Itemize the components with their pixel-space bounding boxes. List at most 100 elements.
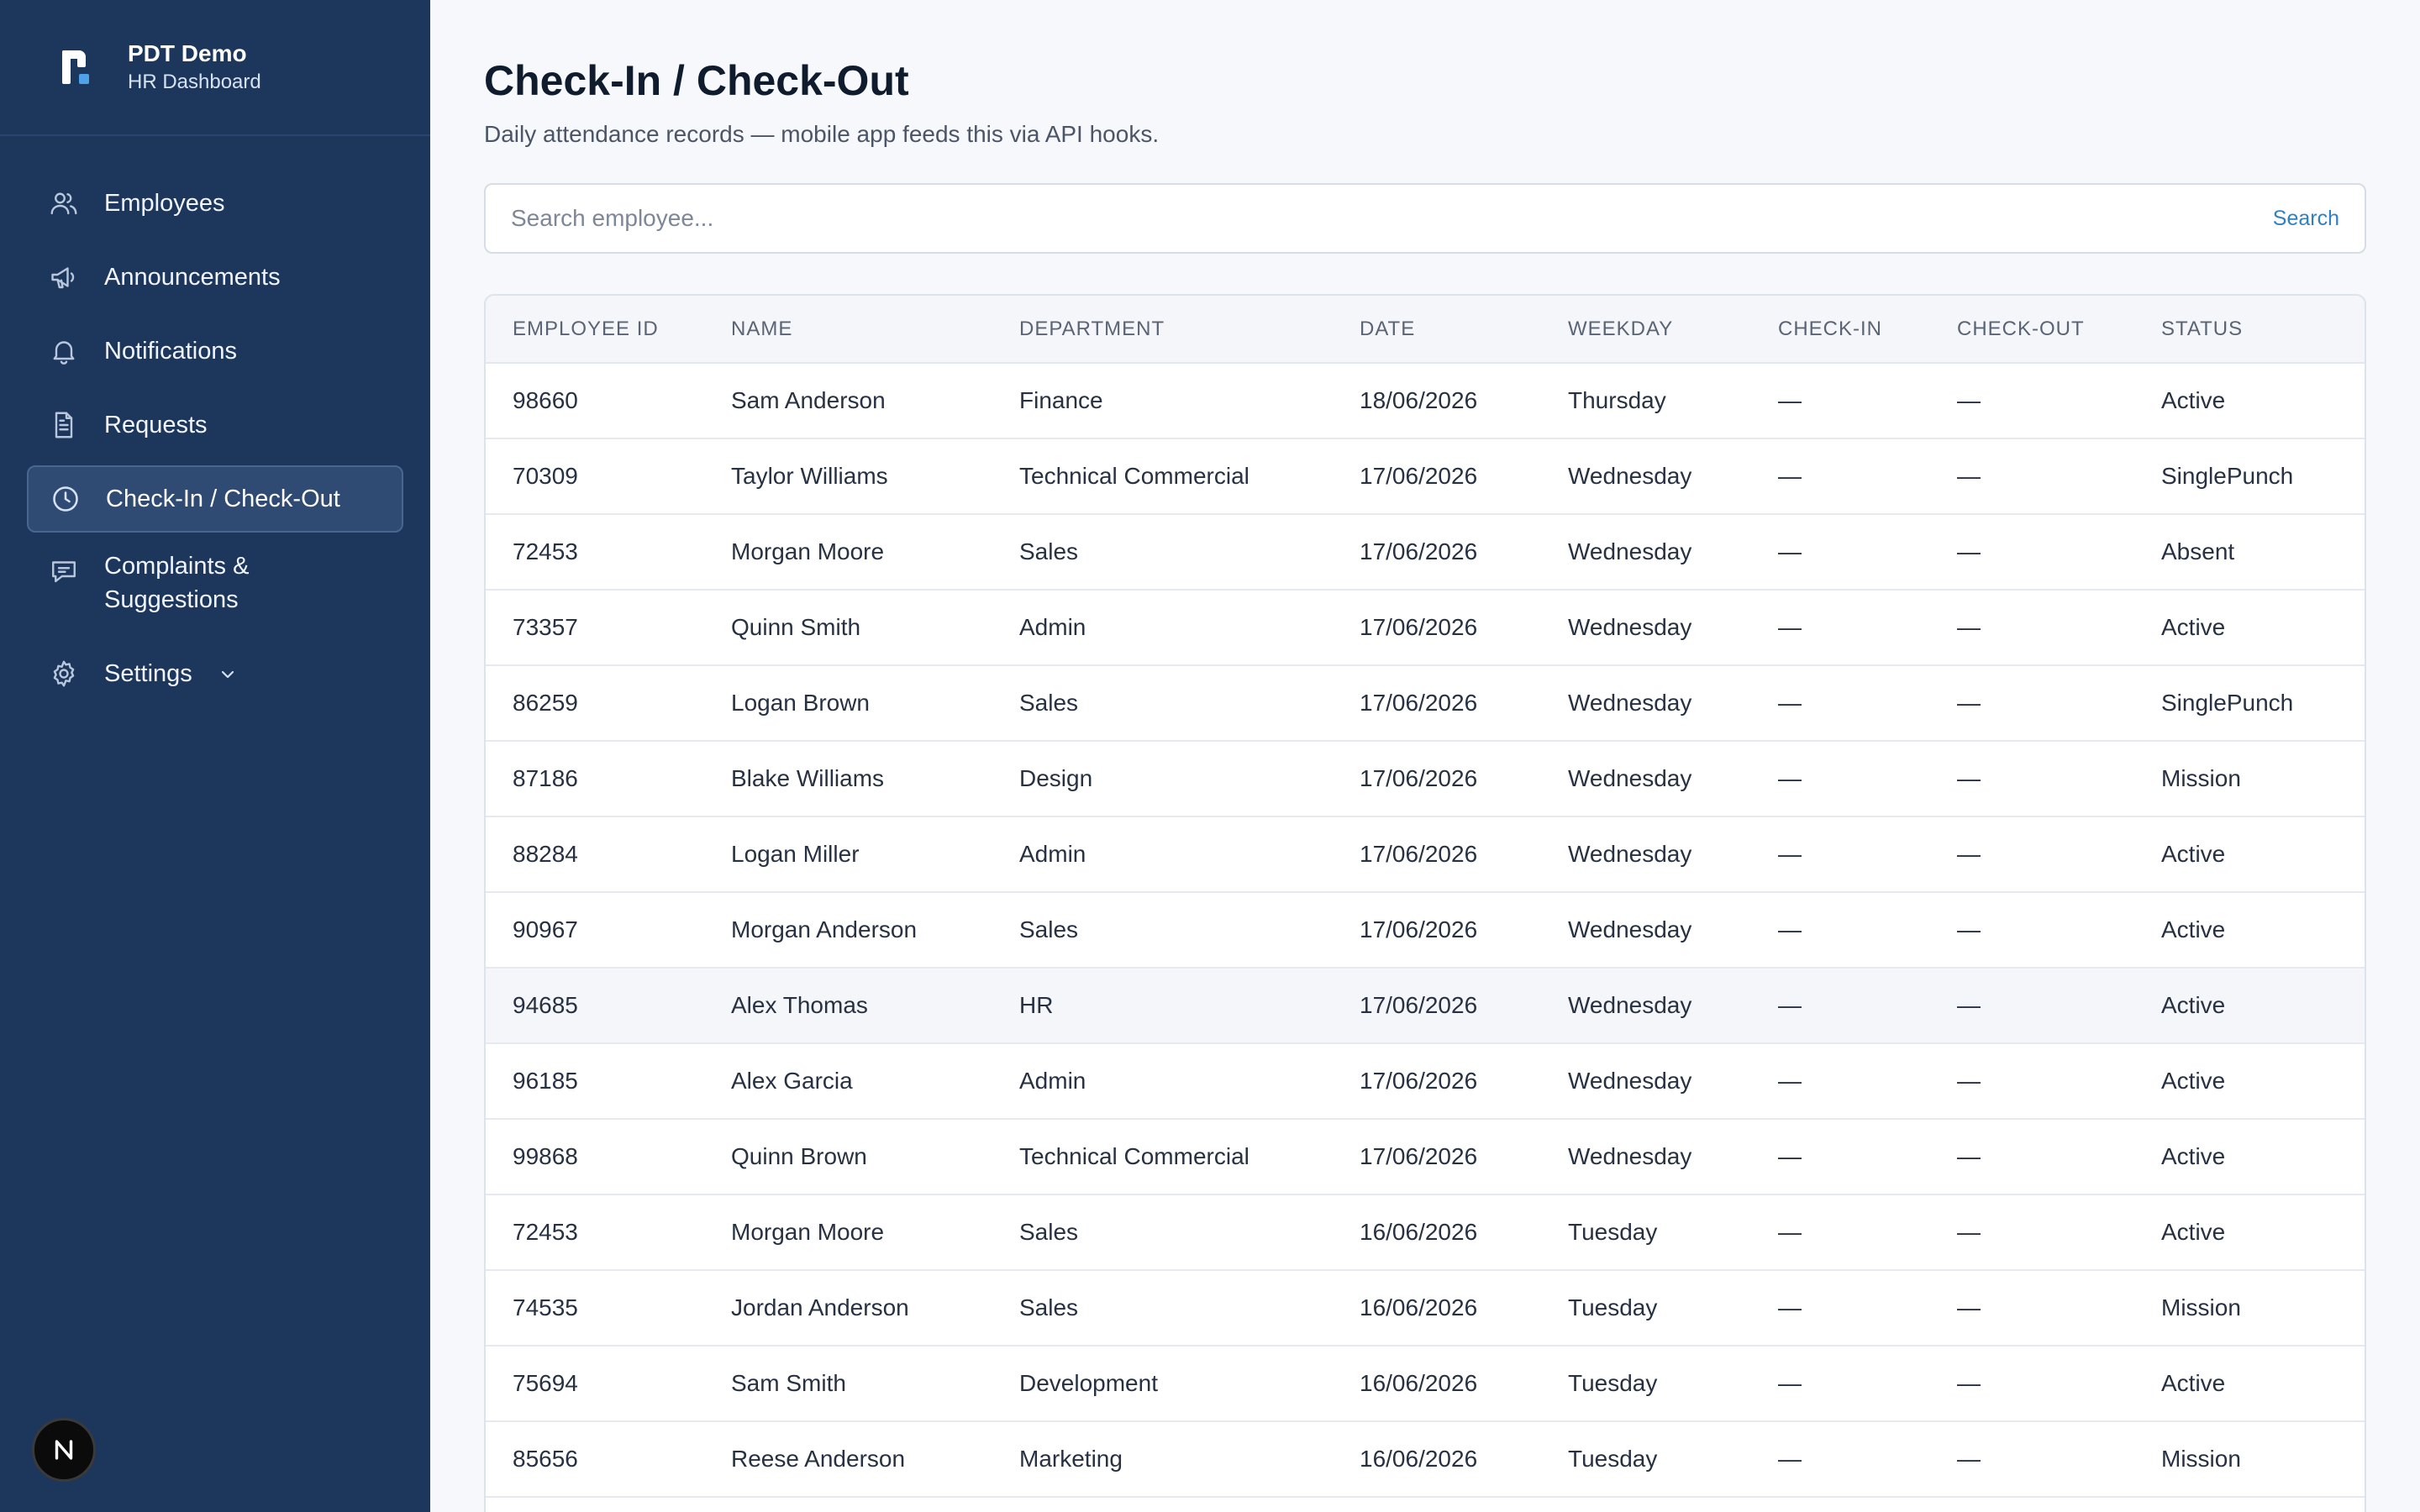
employee-id-cell: 94685 [486,968,704,1044]
table-row[interactable]: 87186 Blake Williams Design 17/06/2026 Wedne… [486,741,2365,817]
table-row[interactable]: 99868 Quinn Brown Technical Commercial 17/0… [486,1119,2365,1195]
column-header-department[interactable]: DEPARTMENT [992,296,1333,364]
check-in-cell: — [1751,892,1930,969]
table-row[interactable]: 98660 Sam Anderson Finance 18/06/2026 Thursd… [486,363,2365,439]
name-cell: Morgan Moore [704,1194,992,1271]
department-cell: Sales [992,1270,1333,1347]
status-cell: Mission [2134,1270,2365,1347]
sidebar-item-announcements[interactable]: Announcements [27,244,403,311]
table-row[interactable]: 96185 Alex Garcia Admin 17/06/2026 Wednesday… [486,1043,2365,1120]
sidebar-item-label: Settings [104,660,192,687]
table-row[interactable]: 75694 Sam Smith Development 16/06/2026 Tuesd… [486,1346,2365,1422]
date-cell: 17/06/2026 [1333,892,1541,969]
weekday-cell: Tuesday [1541,1346,1751,1422]
page-subtitle: Daily attendance records — mobile app fe… [484,121,1160,147]
sidebar-nav: Employees Announcements Notifications Re… [0,136,430,707]
check-in-cell: — [1751,968,1930,1044]
employee-id-cell: 87186 [486,741,704,817]
date-cell: 17/06/2026 [1333,741,1541,817]
page-title: Check-In / Check-Out [484,57,909,104]
clock-icon [49,482,82,516]
department-cell: Development [992,1346,1333,1422]
table-row[interactable]: 85656 Reese Anderson Marketing 16/06/2026 Tu… [486,1421,2365,1498]
check-in-cell [1751,1497,1930,1512]
department-cell: Sales [992,514,1333,591]
table-row[interactable] [486,1497,2365,1512]
table-header: EMPLOYEE ID NAME DEPARTMENT DATE WEEKDAY… [486,296,2365,364]
employee-id-cell: 99868 [486,1119,704,1195]
search-button[interactable]: Search [2273,207,2339,231]
name-cell [704,1497,992,1512]
sidebar-item-notifications[interactable]: Notifications [27,318,403,385]
status-cell: Active [2134,363,2365,439]
check-out-cell: — [1930,1043,2134,1120]
table-row[interactable]: 70309 Taylor Williams Technical Commercial… [486,438,2365,515]
check-in-cell: — [1751,816,1930,893]
check-in-cell: — [1751,363,1930,439]
date-cell: 17/06/2026 [1333,968,1541,1044]
department-cell: Sales [992,665,1333,742]
date-cell: 17/06/2026 [1333,438,1541,515]
check-out-cell: — [1930,741,2134,817]
column-header-employee-id[interactable]: EMPLOYEE ID [486,296,704,364]
check-out-cell: — [1930,968,2134,1044]
status-cell: Active [2134,968,2365,1044]
name-cell: Quinn Brown [704,1119,992,1195]
weekday-cell: Wednesday [1541,1119,1751,1195]
table-row[interactable]: 90967 Morgan Anderson Sales 17/06/2026 Wedne… [486,892,2365,969]
sidebar-item-employees[interactable]: Employees [27,170,403,237]
column-header-status[interactable]: STATUS [2134,296,2365,364]
table-row[interactable]: 73357 Quinn Smith Admin 17/06/2026 Wednesday… [486,590,2365,666]
n-avatar-badge[interactable] [32,1418,96,1482]
sidebar-item-requests[interactable]: Requests [27,391,403,459]
search-input[interactable] [511,205,2273,232]
status-cell: Active [2134,1043,2365,1120]
employee-id-cell: 72453 [486,1194,704,1271]
sidebar-item-label: Check-In / Check-Out [106,486,340,512]
date-cell: 16/06/2026 [1333,1346,1541,1422]
sidebar-item-settings[interactable]: Settings [27,640,403,707]
check-in-cell: — [1751,741,1930,817]
table-row[interactable]: 88284 Logan Miller Admin 17/06/2026 Wednesda… [486,816,2365,893]
weekday-cell: Wednesday [1541,665,1751,742]
name-cell: Taylor Williams [704,438,992,515]
check-in-cell: — [1751,665,1930,742]
check-in-cell: — [1751,1119,1930,1195]
status-cell: Active [2134,1119,2365,1195]
employee-id-cell: 70309 [486,438,704,515]
sidebar-item-check-in-check-out[interactable]: Check-In / Check-Out [27,465,403,533]
column-header-weekday[interactable]: WEEKDAY [1541,296,1751,364]
column-header-check-in[interactable]: CHECK-IN [1751,296,1930,364]
brand-name: PDT Demo [128,40,247,66]
check-in-cell: — [1751,1043,1930,1120]
check-out-cell: — [1930,1194,2134,1271]
sidebar-item-complaints-suggestions[interactable]: Complaints & Suggestions [27,539,403,633]
table-row[interactable]: 72453 Morgan Moore Sales 16/06/2026 Tuesday —… [486,1194,2365,1271]
status-cell: Mission [2134,1421,2365,1498]
check-out-cell: — [1930,665,2134,742]
brand[interactable]: PDT Demo HR Dashboard [0,0,430,136]
column-header-name[interactable]: NAME [704,296,992,364]
department-cell: Admin [992,816,1333,893]
name-cell: Alex Thomas [704,968,992,1044]
status-cell: SinglePunch [2134,665,2365,742]
sidebar: PDT Demo HR Dashboard Employees Announce… [0,0,430,1512]
column-header-check-out[interactable]: CHECK-OUT [1930,296,2134,364]
employee-id-cell: 74535 [486,1270,704,1347]
table-row[interactable]: 86259 Logan Brown Sales 17/06/2026 Wednesday… [486,665,2365,742]
check-in-cell: — [1751,590,1930,666]
employee-id-cell: 88284 [486,816,704,893]
chevron-down-icon[interactable] [218,664,238,684]
status-cell: Active [2134,1346,2365,1422]
table-row[interactable]: 74535 Jordan Anderson Sales 16/06/2026 Tuesd… [486,1270,2365,1347]
table-row[interactable]: 94685 Alex Thomas HR 17/06/2026 Wednesday — — A… [486,968,2365,1044]
weekday-cell: Wednesday [1541,741,1751,817]
table-row[interactable]: 72453 Morgan Moore Sales 17/06/2026 Wednesda… [486,514,2365,591]
column-header-date[interactable]: DATE [1333,296,1541,364]
search-bar: Search [484,183,2366,254]
department-cell: Sales [992,892,1333,969]
department-cell: Admin [992,590,1333,666]
brand-logo-icon [57,47,91,87]
employee-id-cell: 96185 [486,1043,704,1120]
date-cell: 16/06/2026 [1333,1270,1541,1347]
